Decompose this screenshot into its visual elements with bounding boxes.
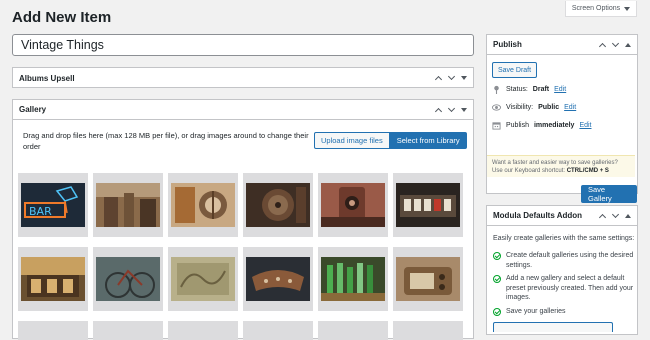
post-title-input[interactable] <box>12 34 474 56</box>
gallery-thumbnail[interactable] <box>243 173 313 237</box>
gallery-thumbnail[interactable] <box>168 247 238 311</box>
list-item: Add a new gallery and select a default p… <box>493 274 636 303</box>
hint-shortcut: CTRL/CMD + S <box>566 168 609 174</box>
list-item-text: Save your galleries <box>506 308 566 315</box>
screen-options-button[interactable]: Screen Options <box>565 1 637 17</box>
list-item: Create default galleries using the desir… <box>493 251 636 270</box>
status-row: Status: Draft Edit <box>492 85 566 94</box>
save-gallery-button[interactable]: Save Gallery <box>581 185 637 203</box>
defaults-addon-box: Modula Defaults Addon Easily create gall… <box>486 205 638 335</box>
toggle-panel-icon[interactable] <box>461 76 467 80</box>
check-circle-icon <box>493 308 501 316</box>
gallery-thumbnail[interactable] <box>168 173 238 237</box>
gallery-instructions: Drag and drop files here (max 128 MB per… <box>23 131 309 151</box>
defaults-addon-title: Modula Defaults Addon <box>493 211 583 220</box>
gallery-thumbnail[interactable]: BAR <box>18 173 88 237</box>
gallery-thumbnail[interactable] <box>168 321 238 340</box>
visibility-label: Visibility: <box>506 104 534 111</box>
gallery-thumbnail[interactable] <box>393 247 463 311</box>
gallery-thumbnail[interactable] <box>393 321 463 340</box>
move-down-icon[interactable] <box>448 106 456 114</box>
gallery-thumbnail[interactable] <box>18 247 88 311</box>
status-value: Draft <box>532 86 550 93</box>
defaults-addon-button[interactable] <box>493 322 613 332</box>
publish-schedule-row: Publish immediately Edit <box>492 121 592 130</box>
check-circle-icon <box>493 252 501 260</box>
list-item-text: Add a new gallery and select a default p… <box>506 275 634 301</box>
chevron-down-icon <box>624 6 631 11</box>
toggle-panel-icon[interactable] <box>625 213 631 218</box>
gallery-thumbnail[interactable] <box>243 321 313 340</box>
check-circle-icon <box>493 275 501 283</box>
publish-value: immediately <box>533 122 575 129</box>
edit-schedule-link[interactable]: Edit <box>579 122 591 129</box>
albums-upsell-title: Albums Upsell <box>19 73 75 83</box>
move-down-icon[interactable] <box>448 74 456 82</box>
gallery-thumbnail[interactable] <box>318 321 388 340</box>
eye-icon <box>492 104 501 111</box>
move-down-icon[interactable] <box>612 41 620 49</box>
calendar-icon <box>492 122 501 130</box>
gallery-title: Gallery <box>19 105 47 114</box>
publish-box: Publish Save Draft Status: Draft Edit Vi… <box>486 34 638 203</box>
select-from-library-button[interactable]: Select from Library <box>389 132 467 149</box>
gallery-thumbnail[interactable] <box>243 247 313 311</box>
gallery-thumbnail[interactable] <box>93 321 163 340</box>
svg-text:BAR: BAR <box>29 205 52 218</box>
screen-options-label: Screen Options <box>571 5 621 12</box>
move-up-icon[interactable] <box>599 212 607 220</box>
gallery-thumbnail[interactable] <box>318 247 388 311</box>
status-label: Status: <box>506 86 528 93</box>
gallery-thumbnail[interactable] <box>318 173 388 237</box>
albums-upsell-box: Albums Upsell <box>12 67 474 88</box>
gallery-thumbnail[interactable] <box>18 321 88 340</box>
visibility-row: Visibility: Public Edit <box>492 103 576 112</box>
edit-visibility-link[interactable]: Edit <box>564 104 576 111</box>
gallery-box: Gallery Drag and drop files here (max 12… <box>12 99 474 340</box>
toggle-panel-icon[interactable] <box>625 42 631 47</box>
move-up-icon[interactable] <box>435 106 443 114</box>
gallery-thumbnail[interactable] <box>93 173 163 237</box>
gallery-thumbnail[interactable] <box>393 173 463 237</box>
move-up-icon[interactable] <box>599 41 607 49</box>
move-down-icon[interactable] <box>612 212 620 220</box>
keyboard-shortcut-hint: Want a faster and easier way to save gal… <box>487 155 635 177</box>
gallery-thumbnail[interactable] <box>93 247 163 311</box>
visibility-value: Public <box>538 104 560 111</box>
toggle-panel-icon[interactable] <box>461 107 467 112</box>
publish-title: Publish <box>493 40 522 49</box>
list-item: Save your galleries <box>493 307 636 317</box>
pin-icon <box>494 85 499 94</box>
list-item-text: Create default galleries using the desir… <box>506 252 634 269</box>
upload-image-files-button[interactable]: Upload image files <box>314 132 390 149</box>
publish-label: Publish <box>506 122 529 129</box>
defaults-addon-intro: Easily create galleries with the same se… <box>493 235 635 242</box>
edit-status-link[interactable]: Edit <box>554 86 566 93</box>
page-title: Add New Item <box>12 9 112 26</box>
move-up-icon[interactable] <box>435 74 443 82</box>
save-draft-button[interactable]: Save Draft <box>492 62 538 78</box>
